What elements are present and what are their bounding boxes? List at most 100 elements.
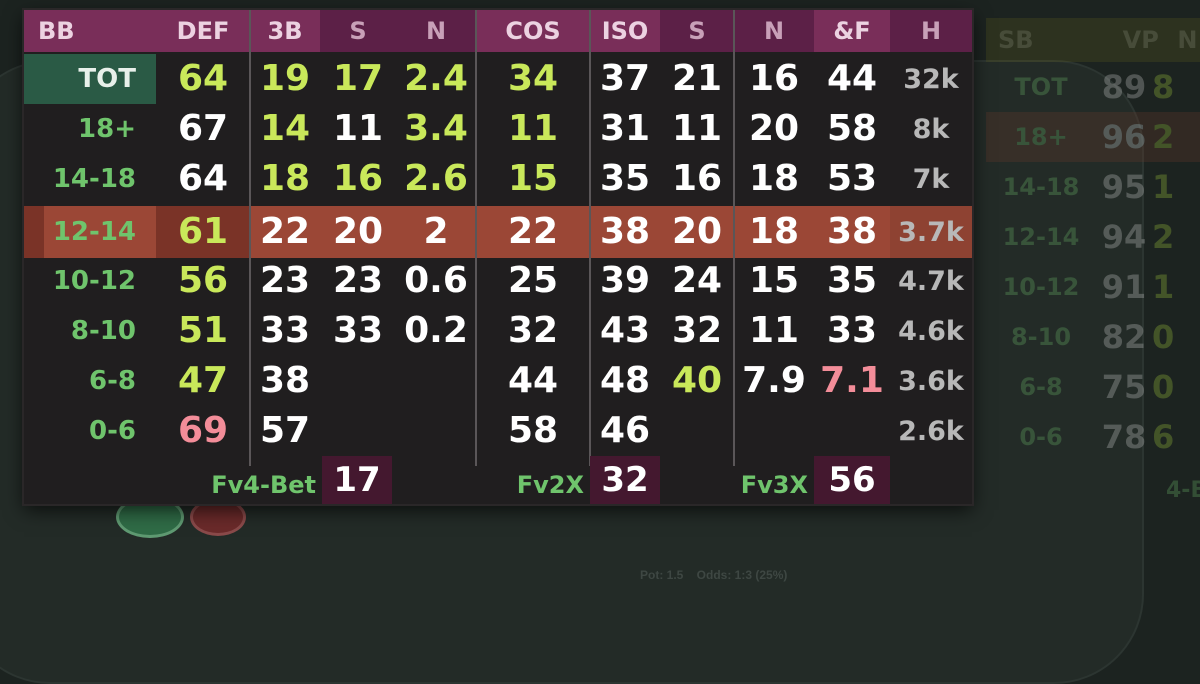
stat-iso-n[interactable]: 15 <box>734 256 814 306</box>
stat-3bet-s[interactable] <box>320 406 396 456</box>
stat-iso-s[interactable]: 32 <box>660 306 734 356</box>
stat-cos[interactable]: 32 <box>476 306 590 356</box>
stat-def[interactable]: 69 <box>156 406 250 456</box>
footer-value[interactable]: 17 <box>322 456 392 504</box>
stat-3bet[interactable]: 57 <box>250 406 320 456</box>
stat-cos[interactable]: 58 <box>476 406 590 456</box>
stat-iso[interactable]: 48 <box>590 356 660 406</box>
header-bb[interactable]: BB <box>24 10 156 52</box>
stat-3bet-n[interactable] <box>396 356 476 406</box>
stat-3bet[interactable]: 33 <box>250 306 320 356</box>
stat-cos[interactable]: 25 <box>476 256 590 306</box>
stat-iso[interactable]: 35 <box>590 154 660 204</box>
stat-iso-n[interactable]: 11 <box>734 306 814 356</box>
stat-cos[interactable]: 44 <box>476 356 590 406</box>
stat-def[interactable]: 47 <box>156 356 250 406</box>
stat-hands[interactable]: 4.7k <box>890 256 972 306</box>
stat-hands[interactable]: 7k <box>890 154 972 204</box>
stat-3bet-s[interactable]: 23 <box>320 256 396 306</box>
header-hands[interactable]: H <box>890 10 972 52</box>
stat-and-f[interactable]: 33 <box>814 306 890 356</box>
stat-iso-n[interactable] <box>734 406 814 456</box>
header-iso-n[interactable]: N <box>734 10 814 52</box>
stat-3bet-s[interactable]: 17 <box>320 54 396 104</box>
stat-hands[interactable]: 32k <box>890 54 972 104</box>
header-def[interactable]: DEF <box>156 10 250 52</box>
stat-hands[interactable]: 2.6k <box>890 406 972 456</box>
stat-def[interactable]: 67 <box>156 104 250 154</box>
row-label-8[interactable]: 0-6 <box>24 406 156 456</box>
header-iso-s[interactable]: S <box>660 10 734 52</box>
stat-3bet-s[interactable]: 16 <box>320 154 396 204</box>
stat-iso[interactable]: 46 <box>590 406 660 456</box>
stat-def[interactable]: 64 <box>156 54 250 104</box>
stat-3bet[interactable]: 38 <box>250 356 320 406</box>
stat-def[interactable]: 64 <box>156 154 250 204</box>
stat-cos[interactable]: 22 <box>476 206 590 258</box>
stat-iso-s[interactable]: 40 <box>660 356 734 406</box>
stat-and-f[interactable]: 35 <box>814 256 890 306</box>
stat-cos[interactable]: 11 <box>476 104 590 154</box>
stat-iso[interactable]: 39 <box>590 256 660 306</box>
stat-3bet[interactable]: 19 <box>250 54 320 104</box>
stat-iso[interactable]: 38 <box>590 206 660 258</box>
stat-cos[interactable]: 15 <box>476 154 590 204</box>
header-and-f[interactable]: &F <box>814 10 890 52</box>
stat-and-f[interactable]: 7.1 <box>814 356 890 406</box>
stat-def[interactable]: 61 <box>156 206 250 258</box>
row-label-4[interactable]: 12-14 <box>24 206 156 258</box>
stat-iso-n[interactable]: 16 <box>734 54 814 104</box>
stat-hands[interactable]: 3.7k <box>890 206 972 258</box>
footer-value[interactable]: 32 <box>590 456 660 504</box>
row-label-5[interactable]: 10-12 <box>24 256 156 306</box>
stat-iso-s[interactable]: 21 <box>660 54 734 104</box>
header-3bet[interactable]: 3B <box>250 10 320 52</box>
header-3bet-s[interactable]: S <box>320 10 396 52</box>
stat-def[interactable]: 56 <box>156 256 250 306</box>
row-label-1[interactable]: TOT <box>24 54 156 104</box>
stat-3bet-n[interactable]: 2.6 <box>396 154 476 204</box>
stat-iso-s[interactable]: 20 <box>660 206 734 258</box>
stat-3bet[interactable]: 23 <box>250 256 320 306</box>
row-label-3[interactable]: 14-18 <box>24 154 156 204</box>
stat-3bet-s[interactable]: 33 <box>320 306 396 356</box>
stat-iso-n[interactable]: 20 <box>734 104 814 154</box>
stat-iso-n[interactable]: 18 <box>734 206 814 258</box>
stat-3bet-s[interactable]: 11 <box>320 104 396 154</box>
stat-iso-s[interactable]: 16 <box>660 154 734 204</box>
stat-3bet-s[interactable]: 20 <box>320 206 396 258</box>
stat-iso-n[interactable]: 7.9 <box>734 356 814 406</box>
stat-3bet[interactable]: 22 <box>250 206 320 258</box>
stat-and-f[interactable]: 44 <box>814 54 890 104</box>
stat-3bet-s[interactable] <box>320 356 396 406</box>
stat-3bet-n[interactable]: 0.2 <box>396 306 476 356</box>
stat-hands[interactable]: 3.6k <box>890 356 972 406</box>
stat-iso-s[interactable] <box>660 406 734 456</box>
stat-and-f[interactable] <box>814 406 890 456</box>
header-cos[interactable]: COS <box>476 10 590 52</box>
stat-iso[interactable]: 37 <box>590 54 660 104</box>
stat-hands[interactable]: 4.6k <box>890 306 972 356</box>
stats-hud-panel[interactable]: BB DEF 3B S N COS ISO S N &F H TOT 64 19 17 2.4 34 37 21 16… <box>24 10 972 504</box>
stat-3bet-n[interactable]: 2.4 <box>396 54 476 104</box>
stat-cos[interactable]: 34 <box>476 54 590 104</box>
stat-3bet[interactable]: 18 <box>250 154 320 204</box>
stat-iso[interactable]: 31 <box>590 104 660 154</box>
stat-3bet-n[interactable]: 3.4 <box>396 104 476 154</box>
stat-iso-n[interactable]: 18 <box>734 154 814 204</box>
stat-and-f[interactable]: 53 <box>814 154 890 204</box>
stat-def[interactable]: 51 <box>156 306 250 356</box>
footer-value[interactable]: 56 <box>814 456 890 504</box>
stat-3bet-n[interactable]: 2 <box>396 206 476 258</box>
header-3bet-n[interactable]: N <box>396 10 476 52</box>
row-label-7[interactable]: 6-8 <box>24 356 156 406</box>
header-iso[interactable]: ISO <box>590 10 660 52</box>
stat-and-f[interactable]: 38 <box>814 206 890 258</box>
stat-hands[interactable]: 8k <box>890 104 972 154</box>
stat-and-f[interactable]: 58 <box>814 104 890 154</box>
stat-3bet-n[interactable]: 0.6 <box>396 256 476 306</box>
stat-3bet[interactable]: 14 <box>250 104 320 154</box>
stat-3bet-n[interactable] <box>396 406 476 456</box>
stat-iso[interactable]: 43 <box>590 306 660 356</box>
row-label-2[interactable]: 18+ <box>24 104 156 154</box>
